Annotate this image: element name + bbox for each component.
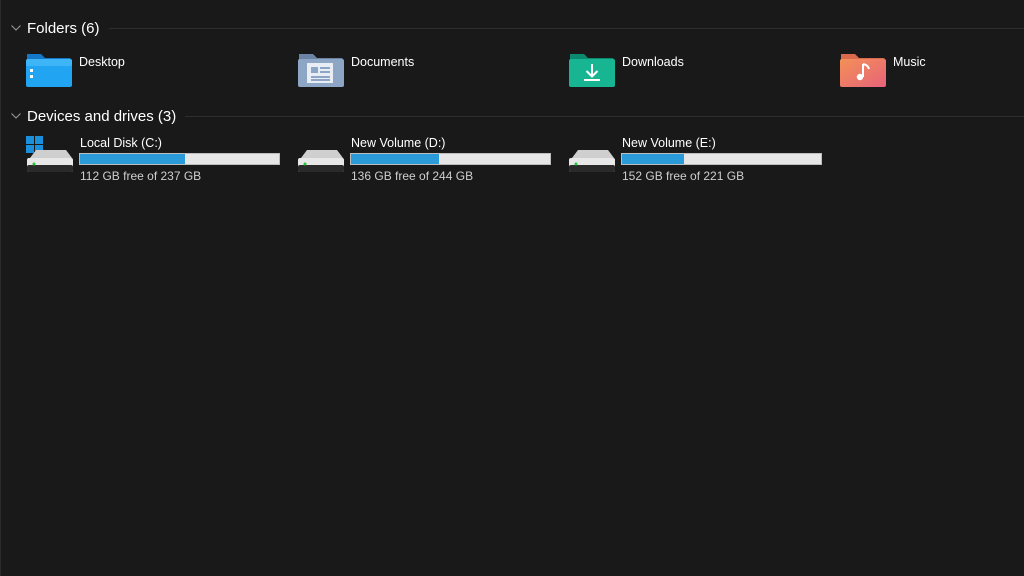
devices-group-title: Devices and drives (3) bbox=[27, 107, 177, 125]
folder-music[interactable]: Music bbox=[839, 50, 1024, 90]
drive-d[interactable]: New Volume (D:) 136 GB free of 244 GB bbox=[297, 134, 559, 186]
drive-c[interactable]: Local Disk (C:) 112 GB free of 237 GB bbox=[26, 134, 288, 186]
music-folder-icon bbox=[840, 54, 886, 87]
folders-group-header[interactable]: Folders (6) bbox=[1, 17, 1024, 39]
folder-label: Documents bbox=[351, 55, 415, 69]
drive-usage-bar bbox=[350, 153, 551, 165]
group-divider bbox=[185, 115, 1024, 117]
folder-label: Downloads bbox=[622, 55, 684, 69]
drive-usage-bar bbox=[621, 153, 822, 165]
drive-free-space: 136 GB free of 244 GB bbox=[351, 169, 474, 183]
file-explorer-content: Folders (6) Desktop Documents Downloads … bbox=[0, 0, 1024, 576]
folder-downloads[interactable]: Downloads bbox=[568, 50, 808, 90]
windows-drive-icon bbox=[26, 136, 73, 172]
drive-free-space: 112 GB free of 237 GB bbox=[80, 169, 202, 183]
chevron-down-icon[interactable] bbox=[10, 110, 22, 122]
devices-group-header[interactable]: Devices and drives (3) bbox=[1, 105, 1024, 127]
desktop-folder-icon bbox=[26, 54, 72, 87]
chevron-down-icon[interactable] bbox=[10, 22, 22, 34]
drive-usage-bar bbox=[79, 153, 280, 165]
group-divider bbox=[108, 27, 1024, 29]
drive-icon bbox=[298, 150, 344, 172]
drive-name: New Volume (E:) bbox=[622, 136, 716, 150]
drive-free-space: 152 GB free of 221 GB bbox=[622, 169, 745, 183]
folders-group-title: Folders (6) bbox=[27, 19, 100, 37]
drive-usage-fill bbox=[80, 154, 185, 164]
downloads-folder-icon bbox=[569, 54, 615, 87]
documents-folder-icon bbox=[298, 54, 344, 87]
folder-label: Music bbox=[893, 55, 926, 69]
drive-e[interactable]: New Volume (E:) 152 GB free of 221 GB bbox=[568, 134, 830, 186]
drive-usage-fill bbox=[351, 154, 440, 164]
folder-label: Desktop bbox=[79, 55, 125, 69]
drive-icon bbox=[569, 150, 615, 172]
drive-name: Local Disk (C:) bbox=[80, 136, 162, 150]
drive-name: New Volume (D:) bbox=[351, 136, 446, 150]
folder-documents[interactable]: Documents bbox=[297, 50, 537, 90]
folder-desktop[interactable]: Desktop bbox=[25, 50, 265, 90]
drive-usage-fill bbox=[622, 154, 685, 164]
